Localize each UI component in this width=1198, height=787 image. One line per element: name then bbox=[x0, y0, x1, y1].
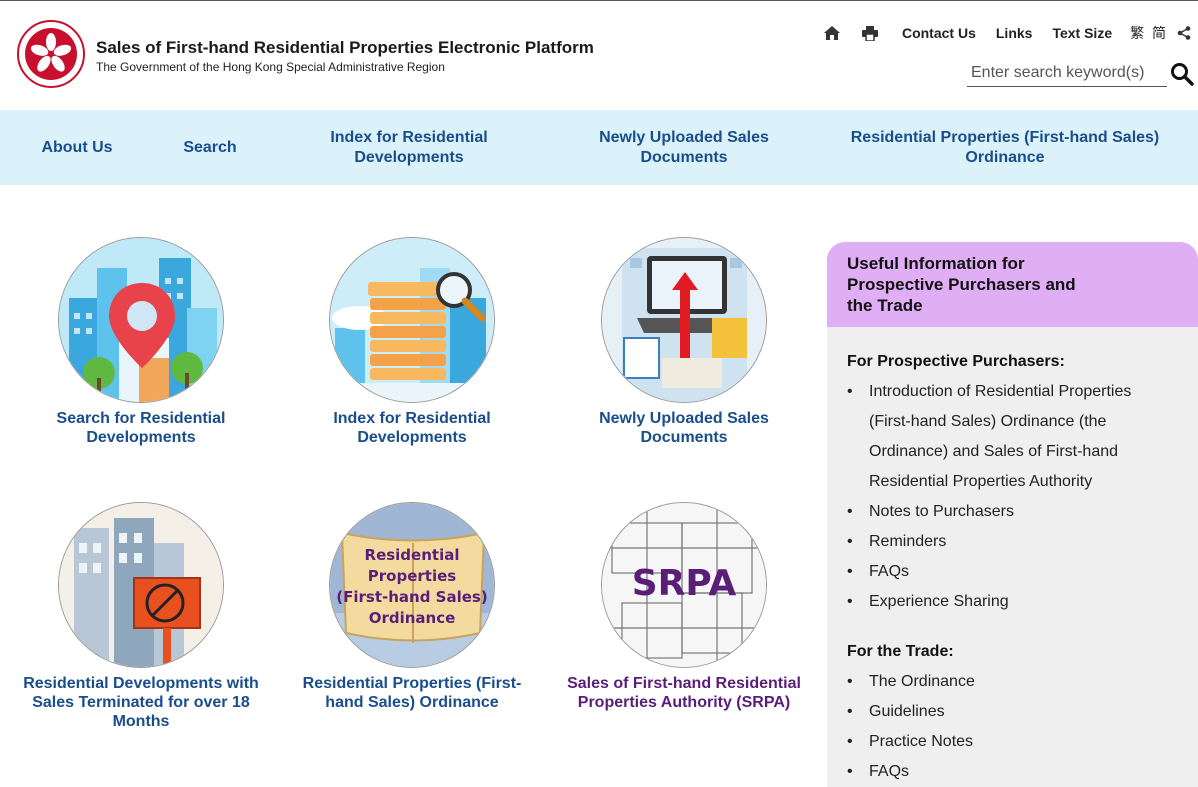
tile-sales-terminated-label: Residential Developments with Sales Term… bbox=[23, 675, 259, 730]
tile-newly-uploaded-image bbox=[601, 237, 767, 403]
trade-heading: For the Trade: bbox=[847, 643, 954, 660]
text-size-link[interactable]: Text Size bbox=[1052, 25, 1112, 41]
main-nav: About Us Search Index for Residential De… bbox=[0, 110, 1198, 185]
links-link[interactable]: Links bbox=[996, 25, 1033, 41]
search-box bbox=[967, 62, 1170, 87]
tile-sales-terminated-image bbox=[58, 502, 224, 668]
site-title: Sales of First-hand Residential Properti… bbox=[96, 38, 594, 57]
top-border bbox=[0, 0, 1198, 1]
contact-us-link[interactable]: Contact Us bbox=[902, 25, 976, 41]
tile-index-developments-label: Index for Residential Developments bbox=[333, 410, 491, 446]
nav-ordinance[interactable]: Residential Properties (First-hand Sales… bbox=[840, 110, 1170, 185]
image-text-line: (First-hand Sales) bbox=[336, 588, 488, 606]
list-item[interactable]: Guidelines bbox=[847, 697, 1177, 727]
list-item[interactable]: Introduction of Residential Properties (… bbox=[847, 377, 1177, 497]
tile-ordinance[interactable]: Residential Properties (First-hand Sales… bbox=[292, 502, 532, 712]
tile-index-developments[interactable]: Index for Residential Developments bbox=[292, 237, 532, 447]
nav-about-us[interactable]: About Us bbox=[22, 110, 132, 185]
tile-search-developments-image bbox=[58, 237, 224, 403]
list-item[interactable]: Reminders bbox=[847, 527, 1177, 557]
home-icon[interactable] bbox=[820, 24, 844, 42]
search-input[interactable] bbox=[967, 62, 1170, 84]
utility-bar: Contact Us Links Text Size 繁 简 bbox=[820, 24, 1192, 42]
purchasers-heading: For Prospective Purchasers: bbox=[847, 353, 1065, 370]
print-icon[interactable] bbox=[858, 24, 882, 42]
tile-srpa[interactable]: SRPA Sales of First-hand Residential Pro… bbox=[564, 502, 804, 712]
tile-search-developments-label: Search for Residential Developments bbox=[56, 410, 226, 446]
list-item[interactable]: FAQs bbox=[847, 557, 1177, 587]
language-switch[interactable]: 繁 简 bbox=[1130, 23, 1168, 43]
useful-info-header: Useful Information for Prospective Purch… bbox=[827, 242, 1198, 327]
tile-srpa-image-text: SRPA bbox=[631, 563, 737, 604]
nav-newly-uploaded[interactable]: Newly Uploaded Sales Documents bbox=[584, 110, 784, 185]
purchasers-list: Introduction of Residential Properties (… bbox=[847, 377, 1177, 617]
hksar-emblem-logo[interactable] bbox=[17, 20, 85, 88]
list-item[interactable]: Notes to Purchasers bbox=[847, 497, 1177, 527]
tile-search-developments[interactable]: Search for Residential Developments bbox=[21, 237, 261, 447]
tile-ordinance-image-text: Residential Properties (First-hand Sales… bbox=[330, 545, 494, 629]
trade-list: The Ordinance Guidelines Practice Notes … bbox=[847, 667, 1177, 787]
tile-sales-terminated[interactable]: Residential Developments with Sales Term… bbox=[21, 502, 261, 731]
image-text-line: Residential bbox=[364, 546, 460, 564]
tile-ordinance-image: Residential Properties (First-hand Sales… bbox=[329, 502, 495, 668]
tile-index-developments-image bbox=[329, 237, 495, 403]
tile-newly-uploaded[interactable]: Newly Uploaded Sales Documents bbox=[564, 237, 804, 447]
nav-index-residential[interactable]: Index for Residential Developments bbox=[309, 110, 509, 185]
list-item[interactable]: The Ordinance bbox=[847, 667, 1177, 697]
list-item[interactable]: Experience Sharing bbox=[847, 587, 1177, 617]
useful-info-title: Useful Information for Prospective Purch… bbox=[847, 254, 1076, 315]
tile-ordinance-label: Residential Properties (First-hand Sales… bbox=[302, 675, 522, 711]
tile-srpa-image: SRPA bbox=[601, 502, 767, 668]
site-subtitle: The Government of the Hong Kong Special … bbox=[96, 60, 445, 74]
list-item[interactable]: Practice Notes bbox=[847, 727, 1177, 757]
image-text-line: Properties bbox=[367, 567, 457, 585]
nav-search[interactable]: Search bbox=[160, 110, 260, 185]
tile-srpa-label: Sales of First-hand Residential Properti… bbox=[567, 675, 801, 711]
search-icon[interactable] bbox=[1170, 62, 1194, 86]
image-text-line: Ordinance bbox=[368, 609, 456, 627]
share-icon[interactable] bbox=[1176, 24, 1192, 42]
useful-info-panel: Useful Information for Prospective Purch… bbox=[827, 242, 1198, 787]
tile-newly-uploaded-label: Newly Uploaded Sales Documents bbox=[599, 410, 769, 446]
